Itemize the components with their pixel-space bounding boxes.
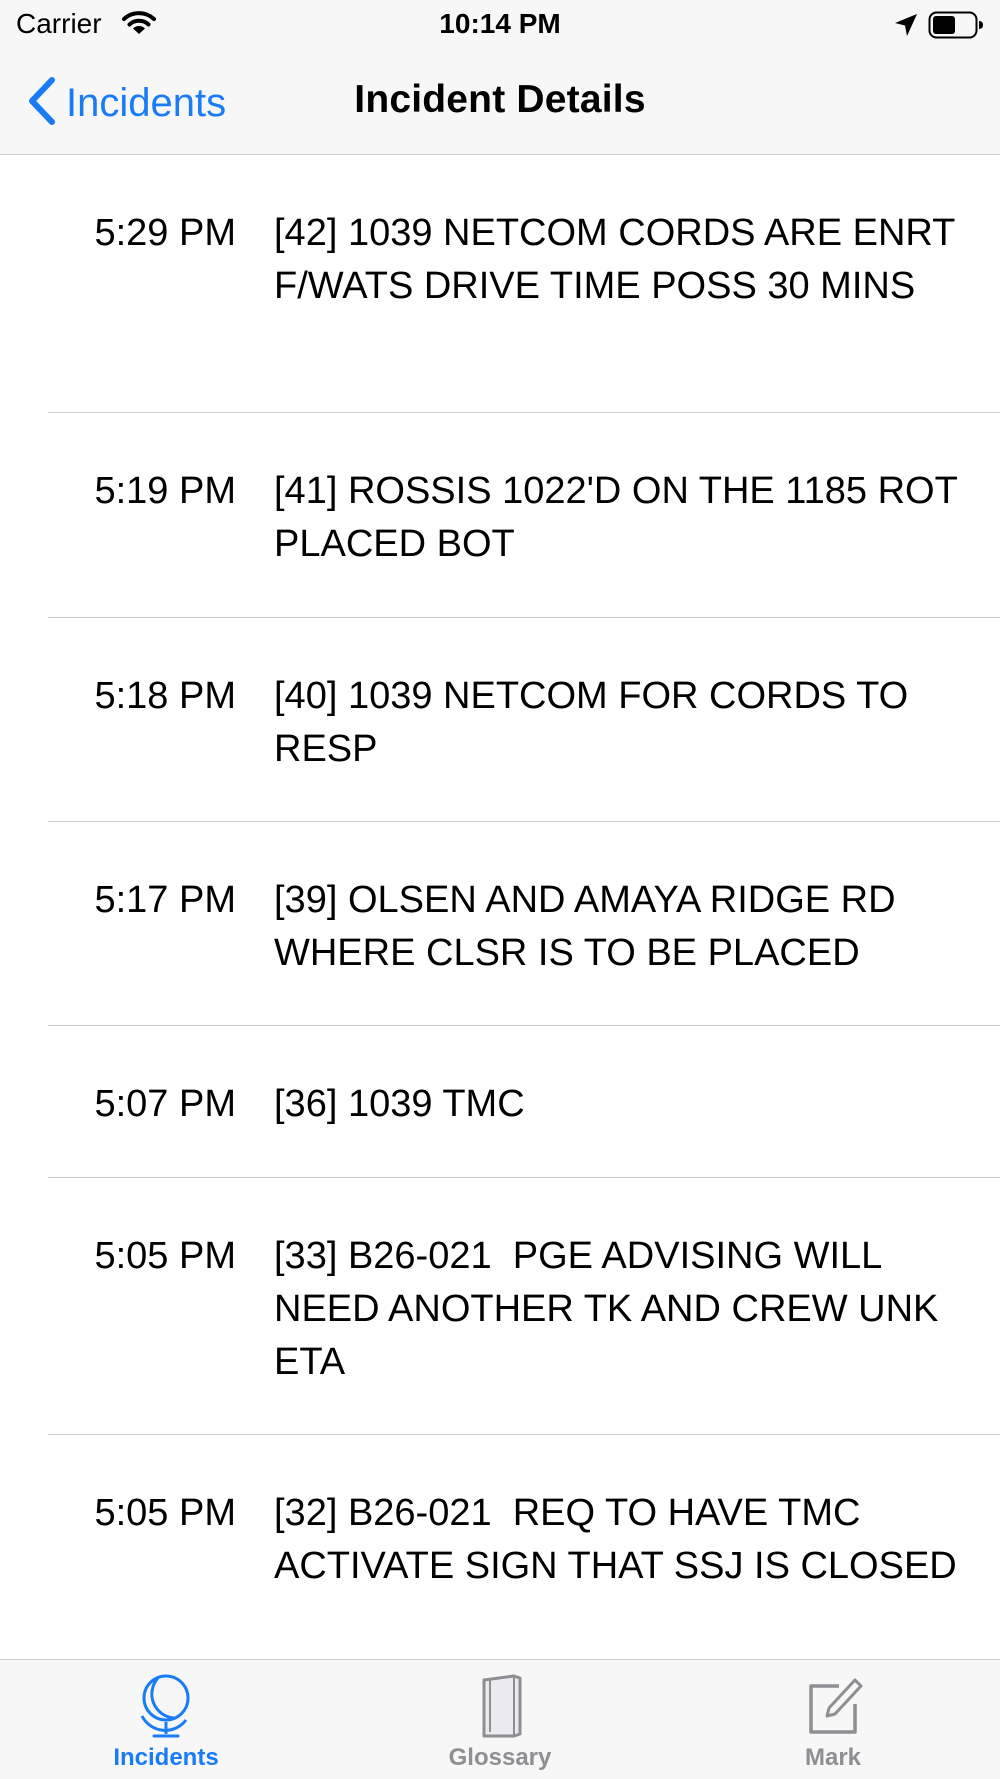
location-arrow-icon (893, 12, 919, 43)
entry-text: [32] B26-021 REQ TO HAVE TMC ACTIVATE SI… (274, 1492, 957, 1587)
status-bar: Carrier 10:14 PM (0, 0, 1000, 50)
navigation-bar: Incidents Incident Details (0, 50, 1000, 155)
entry-time: 5:07 PM (94, 1083, 236, 1125)
entry-time: 5:18 PM (94, 675, 236, 717)
tab-incidents[interactable]: Incidents (46, 1660, 286, 1779)
entry-time: 5:05 PM (94, 1492, 236, 1534)
log-entry[interactable]: 5:18 PM [40] 1039 NETCOM FOR CORDS TO RE… (0, 618, 1000, 822)
battery-icon (928, 10, 984, 45)
tab-mark[interactable]: Mark (713, 1660, 953, 1779)
tab-bar: Incidents Glossary Mark (0, 1659, 1000, 1779)
log-entry[interactable]: 5:05 PM [32] B26-021 REQ TO HAVE TMC ACT… (0, 1435, 1000, 1659)
entry-time: 5:17 PM (94, 879, 236, 921)
log-entry[interactable]: 5:29 PM [42] 1039 NETCOM CORDS ARE ENRT … (0, 155, 1000, 413)
page-title: Incident Details (354, 78, 646, 121)
tab-mark-label: Mark (804, 1744, 862, 1771)
log-entry[interactable]: 5:07 PM [36] 1039 TMC (0, 1026, 1000, 1178)
log-entry[interactable]: 5:05 PM [33] B26-021 PGE ADVISING WILL N… (0, 1178, 1000, 1435)
status-time: 10:14 PM (439, 8, 561, 39)
incident-log-list[interactable]: 5:29 PM [42] 1039 NETCOM CORDS ARE ENRT … (0, 155, 1000, 1659)
entry-text: [36] 1039 TMC (274, 1083, 525, 1125)
entry-text: [41] ROSSIS 1022'D ON THE 1185 ROT PLACE… (274, 470, 968, 565)
book-icon (380, 1672, 620, 1740)
entry-time: 5:05 PM (94, 1235, 236, 1277)
compose-icon (713, 1672, 953, 1740)
log-entry[interactable]: 5:19 PM [41] ROSSIS 1022'D ON THE 1185 R… (0, 413, 1000, 618)
globe-icon (46, 1672, 286, 1740)
tab-glossary[interactable]: Glossary (380, 1660, 620, 1779)
entry-time: 5:29 PM (94, 212, 236, 254)
entry-text: [40] 1039 NETCOM FOR CORDS TO RESP (274, 675, 919, 770)
entry-text: [39] OLSEN AND AMAYA RIDGE RD WHERE CLSR… (274, 879, 907, 974)
entry-text: [42] 1039 NETCOM CORDS ARE ENRT F/WATS D… (274, 212, 966, 307)
log-entry[interactable]: 5:17 PM [39] OLSEN AND AMAYA RIDGE RD WH… (0, 822, 1000, 1026)
tab-incidents-label: Incidents (113, 1744, 219, 1771)
entry-time: 5:19 PM (94, 470, 236, 512)
entry-text: [33] B26-021 PGE ADVISING WILL NEED ANOT… (274, 1235, 949, 1383)
tab-glossary-label: Glossary (448, 1744, 552, 1771)
